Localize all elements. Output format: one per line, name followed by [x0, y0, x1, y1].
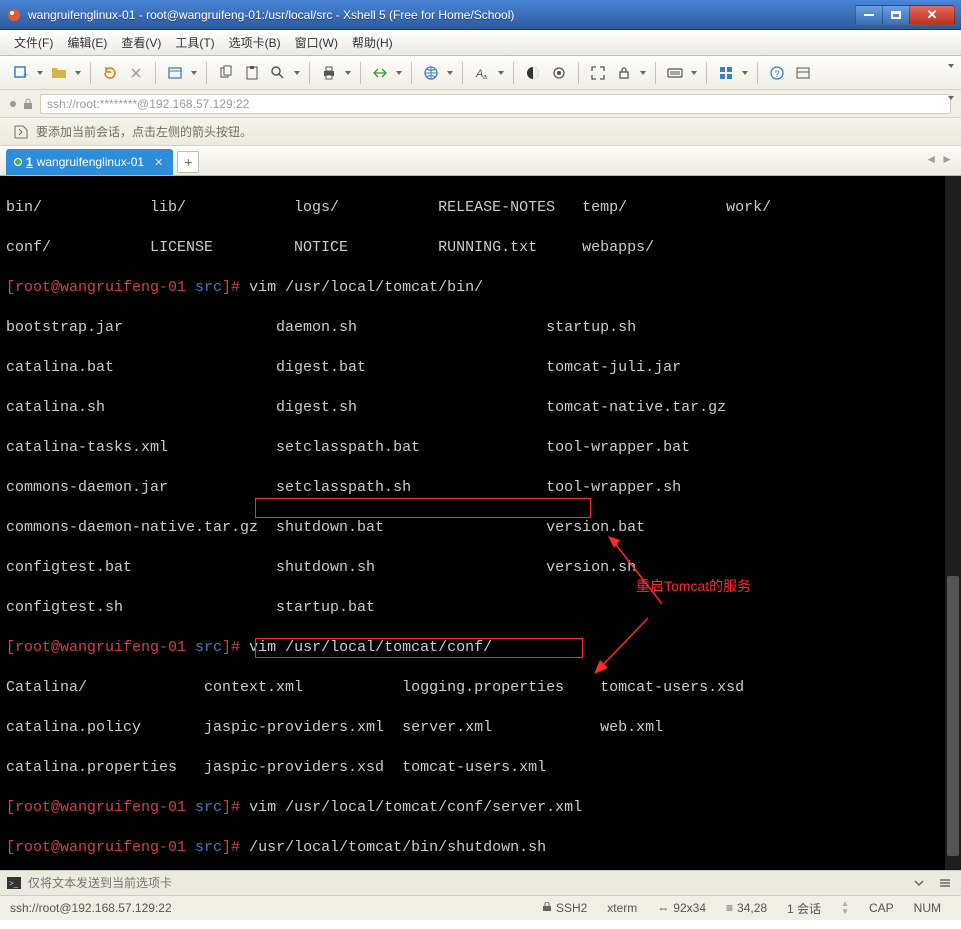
lock-icon[interactable] — [613, 62, 635, 84]
help-icon[interactable]: ? — [766, 62, 788, 84]
copy-icon[interactable] — [215, 62, 237, 84]
menu-tabs[interactable]: 选项卡(B) — [229, 34, 281, 51]
compose-dropdown-icon[interactable] — [909, 873, 929, 893]
tab-prev-icon[interactable]: ◄ — [925, 152, 937, 166]
font-icon[interactable]: Aa — [471, 62, 493, 84]
status-num: NUM — [914, 901, 941, 915]
status-dot-icon — [10, 101, 16, 107]
window-titlebar: wangruifenglinux-01 - root@wangruifeng-0… — [0, 0, 961, 30]
tab-status-dot-icon — [14, 158, 22, 166]
address-overflow[interactable] — [947, 96, 955, 100]
status-cap: CAP — [869, 901, 894, 915]
status-bar: ssh://root@192.168.57.129:22 SSH2 xterm … — [0, 896, 961, 920]
print-icon[interactable] — [318, 62, 340, 84]
svg-text:>_: >_ — [9, 879, 19, 888]
menu-tools[interactable]: 工具(T) — [175, 34, 214, 51]
minimize-button[interactable] — [855, 5, 883, 25]
tile-dropdown[interactable] — [741, 71, 749, 75]
tab-next-icon[interactable]: ► — [941, 152, 953, 166]
toolbar: + Aa ? — [0, 56, 961, 90]
keyboard-dropdown[interactable] — [690, 71, 698, 75]
terminal-icon: >_ — [6, 875, 22, 891]
open-folder-icon[interactable] — [48, 62, 70, 84]
paste-icon[interactable] — [241, 62, 263, 84]
menu-view[interactable]: 查看(V) — [121, 34, 161, 51]
svg-text:a: a — [483, 74, 487, 81]
globe-dropdown[interactable] — [446, 71, 454, 75]
tile-icon[interactable] — [715, 62, 737, 84]
compose-menu-icon[interactable] — [935, 873, 955, 893]
tab-strip: 1 wangruifenglinux-01 ✕ + ◄ ► — [0, 146, 961, 176]
tab-label: wangruifenglinux-01 — [37, 155, 144, 169]
disconnect-icon[interactable] — [125, 62, 147, 84]
hint-bar: 要添加当前会话，点击左侧的箭头按钮。 — [0, 118, 961, 146]
globe-icon[interactable] — [420, 62, 442, 84]
status-lock-icon — [542, 901, 552, 915]
menu-help[interactable]: 帮助(H) — [352, 34, 393, 51]
session-tab[interactable]: 1 wangruifenglinux-01 ✕ — [6, 149, 173, 175]
status-protocol: SSH2 — [556, 901, 587, 915]
font-dropdown[interactable] — [497, 71, 505, 75]
cursor-icon: ≡ — [726, 901, 733, 915]
maximize-button[interactable] — [882, 5, 910, 25]
annotation-text: 重启Tomcat的服务 — [636, 576, 751, 596]
compose-bar: >_ — [0, 870, 961, 896]
traffic-icon: ▲▼ — [841, 900, 849, 916]
tab-index: 1 — [26, 155, 33, 169]
xftp-dropdown[interactable] — [395, 71, 403, 75]
annotation-arrow2-icon — [576, 594, 654, 681]
app-icon — [6, 7, 22, 23]
svg-text:+: + — [23, 70, 28, 80]
xftp-icon[interactable] — [369, 62, 391, 84]
add-session-marker-icon — [14, 125, 28, 139]
status-cursor: 34,28 — [737, 901, 767, 915]
tab-add-button[interactable]: + — [177, 151, 199, 173]
open-folder-dropdown[interactable] — [74, 71, 82, 75]
address-input[interactable]: ssh://root:********@192.168.57.129:22 — [40, 94, 951, 114]
compose-input[interactable] — [28, 876, 903, 890]
properties-dropdown[interactable] — [190, 71, 198, 75]
status-sessions: 1 会话 — [787, 900, 821, 917]
terminal-scrollbar[interactable] — [945, 176, 961, 870]
fullscreen-icon[interactable] — [587, 62, 609, 84]
tab-close-icon[interactable]: ✕ — [154, 156, 163, 169]
status-term: xterm — [607, 901, 637, 915]
menu-edit[interactable]: 编辑(E) — [67, 34, 107, 51]
highlight-icon[interactable] — [548, 62, 570, 84]
menubar: 文件(F) 编辑(E) 查看(V) 工具(T) 选项卡(B) 窗口(W) 帮助(… — [0, 30, 961, 56]
lock-dropdown[interactable] — [639, 71, 647, 75]
new-session-icon[interactable]: + — [10, 62, 32, 84]
search-dropdown[interactable] — [293, 71, 301, 75]
hint-text: 要添加当前会话，点击左侧的箭头按钮。 — [36, 123, 252, 140]
search-icon[interactable] — [267, 62, 289, 84]
print-dropdown[interactable] — [344, 71, 352, 75]
window-title: wangruifenglinux-01 - root@wangruifeng-0… — [28, 8, 856, 22]
status-size: 92x34 — [673, 901, 706, 915]
compose-bar-icon[interactable] — [792, 62, 814, 84]
annotation-box-shutdown — [255, 498, 591, 518]
toolbar-overflow[interactable] — [947, 64, 955, 68]
status-connection: ssh://root@192.168.57.129:22 — [10, 901, 532, 915]
menu-window[interactable]: 窗口(W) — [295, 34, 338, 51]
lock-small-icon — [22, 98, 34, 110]
new-session-dropdown[interactable] — [36, 71, 44, 75]
svg-text:?: ? — [775, 69, 780, 79]
address-bar: ssh://root:********@192.168.57.129:22 — [0, 90, 961, 118]
terminal-output[interactable]: bin/ lib/ logs/ RELEASE-NOTES temp/ work… — [0, 176, 961, 870]
size-icon: ⇔ — [657, 901, 669, 915]
properties-icon[interactable] — [164, 62, 186, 84]
close-button[interactable]: ✕ — [909, 5, 955, 25]
reconnect-icon[interactable] — [99, 62, 121, 84]
menu-file[interactable]: 文件(F) — [14, 34, 53, 51]
scrollbar-thumb[interactable] — [947, 576, 959, 856]
keyboard-icon[interactable] — [664, 62, 686, 84]
color-scheme-icon[interactable] — [522, 62, 544, 84]
